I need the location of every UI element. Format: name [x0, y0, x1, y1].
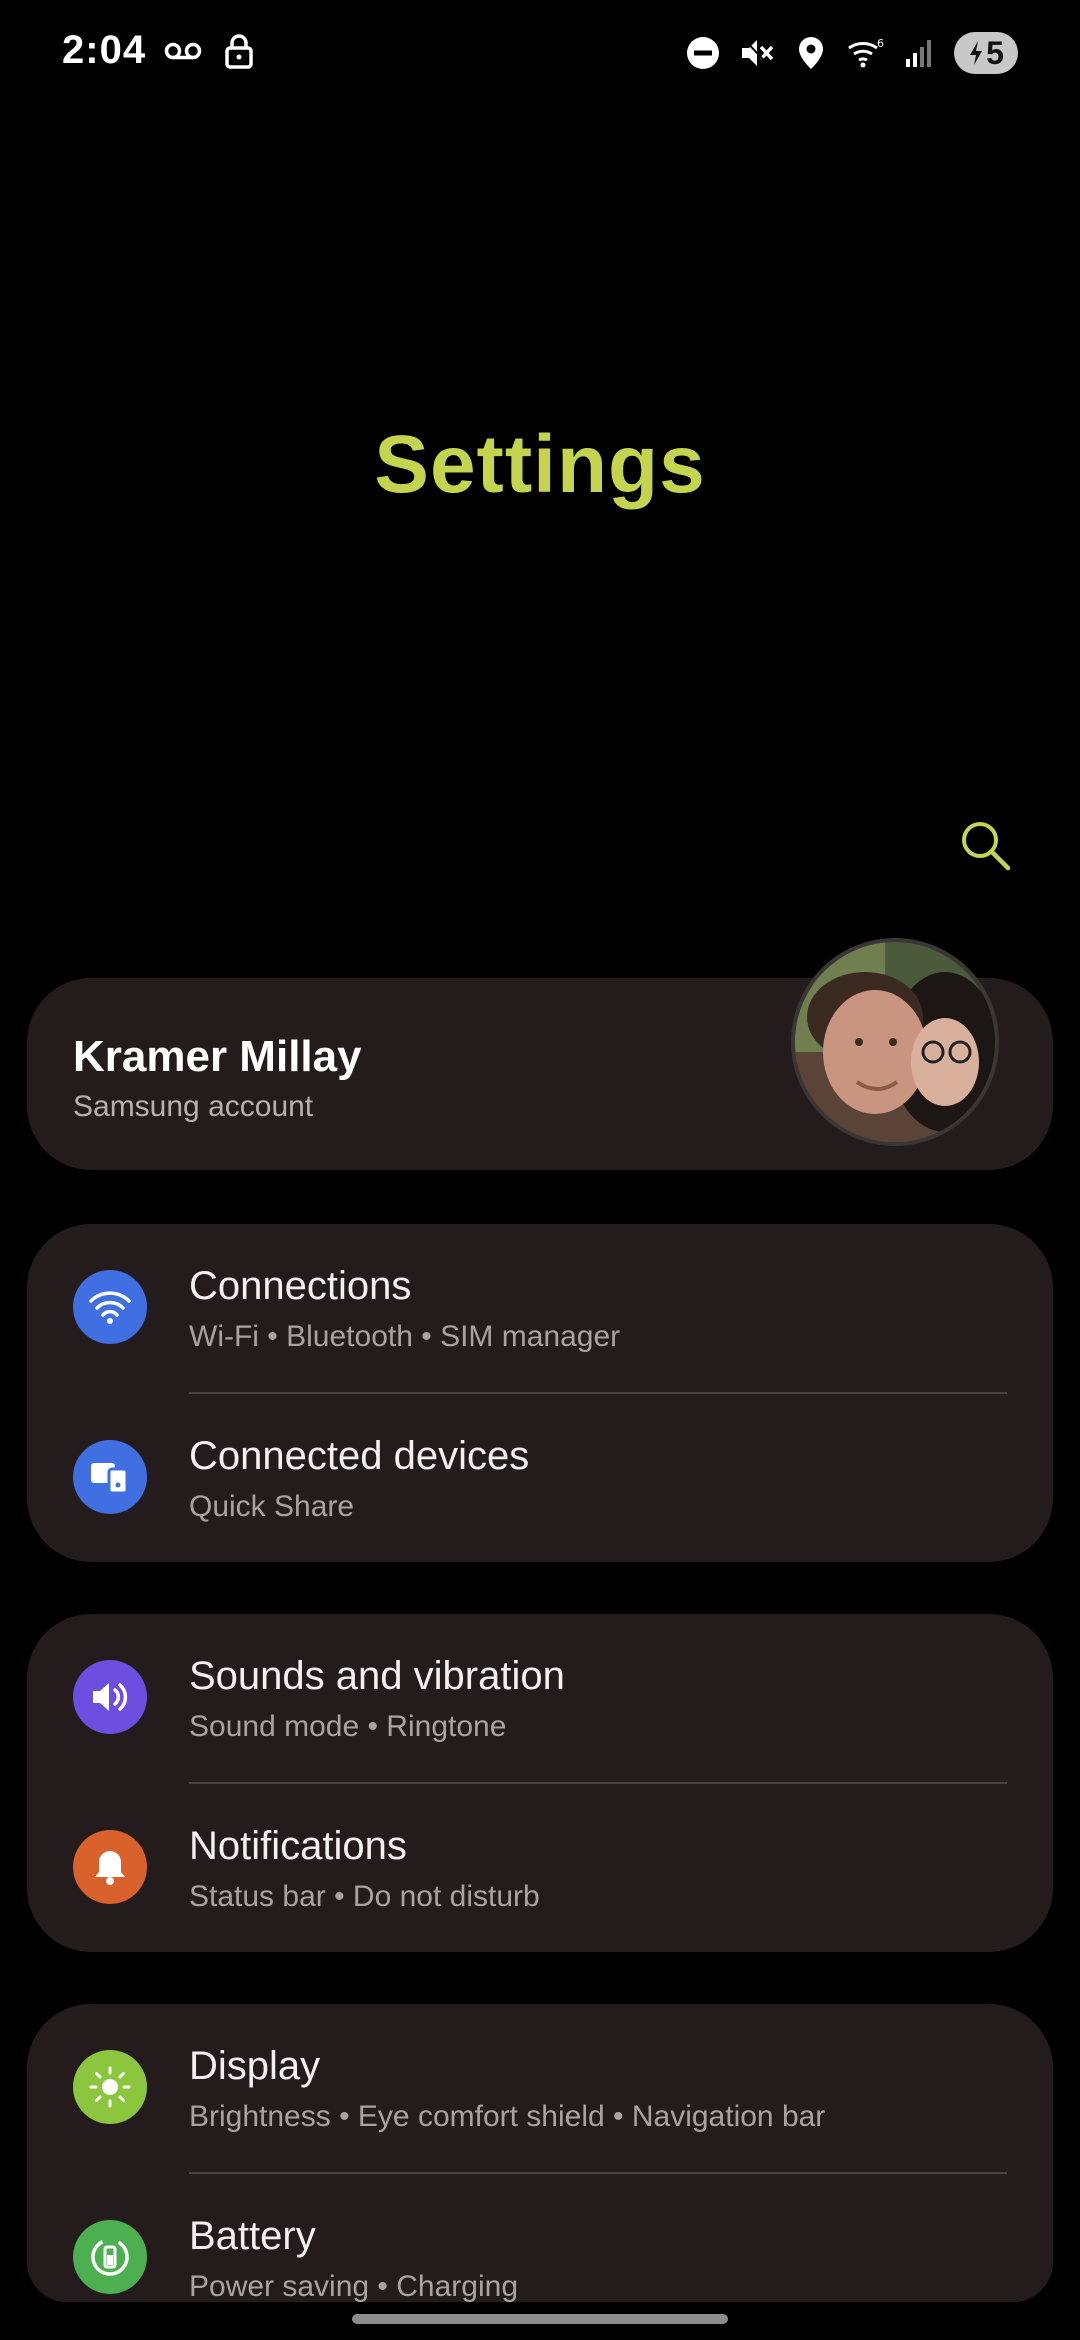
settings-item-connections[interactable]: Connections Wi-Fi • Bluetooth • SIM mana… — [27, 1224, 1053, 1394]
settings-item-display[interactable]: Display Brightness • Eye comfort shield … — [27, 2004, 1053, 2174]
item-subtitle: Brightness • Eye comfort shield • Naviga… — [189, 2100, 826, 2133]
account-card[interactable]: Kramer Millay Samsung account — [27, 938, 1053, 1170]
settings-group-display: Display Brightness • Eye comfort shield … — [27, 2004, 1053, 2303]
avatar-photo — [795, 942, 995, 1142]
item-title: Notifications — [189, 1824, 407, 1868]
search-button[interactable] — [958, 818, 1014, 874]
location-icon — [792, 34, 830, 72]
do-not-disturb-icon — [684, 34, 722, 72]
search-icon — [962, 822, 1011, 871]
wifi-icon — [73, 1270, 147, 1344]
avatar[interactable] — [791, 938, 999, 1146]
page-title: Settings — [374, 419, 706, 510]
sun-icon — [73, 2050, 147, 2124]
devices-icon — [73, 1440, 147, 1514]
item-title: Sounds and vibration — [189, 1654, 565, 1698]
home-indicator[interactable] — [352, 2314, 728, 2324]
mute-icon — [738, 34, 776, 72]
item-title: Connections — [189, 1264, 412, 1308]
battery-charging-icon: 5 — [954, 32, 1018, 74]
battery-level: 5 — [986, 34, 1004, 71]
status-bar: 2:04 6 5 — [0, 0, 1080, 110]
svg-text:6: 6 — [877, 37, 884, 50]
settings-item-battery[interactable]: Battery Power saving • Charging — [27, 2174, 1053, 2303]
item-subtitle: Wi-Fi • Bluetooth • SIM manager — [189, 1320, 621, 1353]
account-subtitle: Samsung account — [73, 1090, 314, 1123]
voicemail-icon — [164, 32, 202, 70]
item-subtitle: Sound mode • Ringtone — [189, 1710, 507, 1743]
wifi-icon: 6 — [846, 34, 884, 72]
battery-icon — [73, 2220, 147, 2294]
volume-icon — [73, 1660, 147, 1734]
bell-icon — [73, 1830, 147, 1904]
lock-icon — [220, 32, 258, 70]
settings-group-sounds: Sounds and vibration Sound mode • Ringto… — [27, 1614, 1053, 1952]
item-title: Display — [189, 2044, 321, 2088]
item-subtitle: Status bar • Do not disturb — [189, 1880, 540, 1913]
settings-item-sounds-and-vibration[interactable]: Sounds and vibration Sound mode • Ringto… — [27, 1614, 1053, 1784]
settings-item-notifications[interactable]: Notifications Status bar • Do not distur… — [27, 1784, 1053, 1954]
status-time: 2:04 — [62, 28, 147, 72]
settings-group-connections: Connections Wi-Fi • Bluetooth • SIM mana… — [27, 1224, 1053, 1562]
item-title: Battery — [189, 2214, 316, 2258]
item-subtitle: Quick Share — [189, 1490, 355, 1523]
item-subtitle: Power saving • Charging — [189, 2270, 519, 2303]
signal-icon — [900, 34, 938, 72]
item-title: Connected devices — [189, 1434, 530, 1478]
settings-item-connected-devices[interactable]: Connected devices Quick Share — [27, 1394, 1053, 1564]
account-name: Kramer Millay — [73, 1032, 362, 1081]
